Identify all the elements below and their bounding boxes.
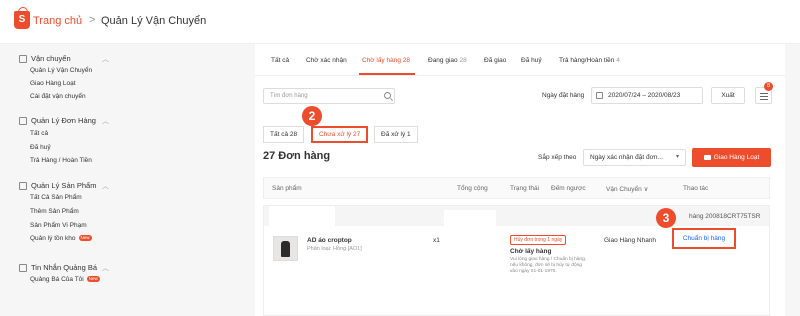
box-icon (19, 181, 27, 190)
breadcrumb-home[interactable]: Trang chủ (33, 15, 82, 27)
sidebar-item-add-product[interactable]: Thêm Sản Phẩm (30, 208, 79, 215)
search-icon[interactable] (384, 92, 391, 99)
chevron-up-icon[interactable]: ︿ (102, 54, 109, 64)
order-date-label: Ngày đặt hàng (542, 92, 585, 99)
tab-pending-confirm[interactable]: Chờ xác nhận (306, 57, 347, 64)
breadcrumb-separator: > (89, 14, 96, 26)
prepare-goods-button[interactable]: Chuẩn bị hàng (672, 228, 736, 249)
order-code: hàng 200818CRT75TSR (689, 213, 761, 220)
column-actions: Thao tác (683, 185, 709, 192)
product-name: AD áo croptop (307, 237, 352, 244)
sidebar-item-violations[interactable]: Sản Phẩm Vi Phạm (30, 222, 87, 229)
order-count-title: 27 Đơn hàng (263, 150, 331, 162)
column-status: Trạng thái (510, 185, 540, 192)
column-total: Tổng cộng (457, 185, 488, 192)
product-thumbnail[interactable] (273, 236, 298, 261)
sort-select[interactable]: Ngày xác nhận đặt đơn... (583, 149, 686, 166)
tab-divider (255, 75, 785, 76)
tab-awaiting-pickup[interactable]: Chờ lấy hàng 28 (362, 57, 410, 64)
breadcrumb-current: Quản Lý Vận Chuyển (101, 15, 207, 27)
tab-cancelled[interactable]: Đã huỷ (521, 57, 542, 64)
chevron-down-icon: ▾ (676, 154, 680, 160)
sidebar-item-inventory[interactable]: Quản lý tồn kho New (30, 235, 92, 242)
sidebar-item-shipping-settings[interactable]: Cài đặt vận chuyển (30, 93, 86, 100)
sidebar-item-cancelled[interactable]: Đã huỷ (30, 144, 51, 151)
subtab-all[interactable]: Tất cả 28 (263, 126, 305, 143)
product-variant: Phân loại: Hồng [AO1] (307, 246, 362, 252)
chevron-up-icon[interactable]: ︿ (102, 116, 109, 126)
redacted-total (444, 210, 496, 266)
notification-badge: 8 (764, 82, 773, 91)
sidebar-item-shipping-management[interactable]: Quản Lý Vận Chuyển (30, 67, 92, 74)
export-button[interactable]: Xuất (711, 87, 745, 104)
sidebar-item-all-products[interactable]: Tất Cả Sản Phẩm (30, 194, 82, 201)
sidebar-item-returns[interactable]: Trả Hàng / Hoàn Tiền (30, 157, 92, 164)
clipboard-icon (19, 116, 27, 125)
search-input[interactable]: Tìm đơn hàng (263, 88, 395, 104)
new-badge: New (86, 276, 100, 283)
sidebar-group-broadcast[interactable]: Tin Nhắn Quảng Bá (19, 263, 97, 272)
subtab-unprocessed[interactable]: Chưa xử lý 27 (311, 126, 369, 143)
sidebar-item-bulk-ship[interactable]: Giao Hàng Loạt (30, 80, 76, 87)
product-quantity: x1 (433, 237, 440, 244)
sidebar-group-orders[interactable]: Quản Lý Đơn Hàng (19, 116, 96, 125)
sidebar-item-all-orders[interactable]: Tất cả (30, 130, 48, 137)
status-note: Vui lòng giao hàng / Chuẩn bị hàng, nếu … (510, 257, 587, 274)
date-range-picker[interactable]: 2020/07/24 – 2020/08/23 (591, 87, 703, 104)
bulk-ship-button[interactable]: Giao Hàng Loạt (692, 148, 771, 167)
column-carrier[interactable]: Vận Chuyển ∨ (606, 185, 648, 193)
shopee-bag-icon[interactable]: S (14, 7, 30, 29)
sidebar: Vận chuyển ︿ Quản Lý Vận Chuyển Giao Hàn… (0, 44, 255, 316)
step-callout: 2 (302, 106, 322, 126)
shipping-panel: Tất cả Chờ xác nhận Chờ lấy hàng 28 Đang… (255, 44, 785, 316)
column-countdown: Đếm ngược (551, 185, 586, 192)
chevron-up-icon[interactable]: ︿ (102, 181, 109, 191)
tab-shipping[interactable]: Đang giao 28 (428, 57, 467, 64)
column-product: Sản phẩm (272, 185, 302, 192)
megaphone-icon (19, 263, 27, 272)
new-badge: New (78, 235, 92, 242)
sidebar-group-products[interactable]: Quản Lý Sản Phẩm (19, 181, 96, 190)
tab-all[interactable]: Tất cả (271, 57, 289, 64)
truck-icon (19, 54, 27, 63)
redacted-buyer (269, 206, 335, 226)
subtab-processed[interactable]: Đã xử lý 1 (374, 126, 418, 143)
sidebar-item-my-broadcasts[interactable]: Quảng Bá Của Tôi New (30, 276, 100, 283)
cancel-deadline-badge: Hủy đơn trong 1 ngày (510, 235, 567, 245)
top-bar: S Trang chủ > Quản Lý Vận Chuyển (0, 0, 800, 44)
chevron-up-icon[interactable]: ︿ (102, 263, 109, 273)
sidebar-group-shipping[interactable]: Vận chuyển (19, 54, 71, 63)
tab-returns[interactable]: Trả hàng/Hoàn tiền 4 (559, 57, 620, 64)
step-callout: 3 (656, 208, 676, 228)
carrier-name: Giao Hàng Nhanh (604, 237, 657, 244)
order-status: Chờ lấy hàng (510, 248, 552, 255)
truck-icon (703, 154, 711, 160)
tab-delivered[interactable]: Đã giao (484, 57, 506, 64)
sort-label: Sắp xếp theo (538, 154, 577, 161)
